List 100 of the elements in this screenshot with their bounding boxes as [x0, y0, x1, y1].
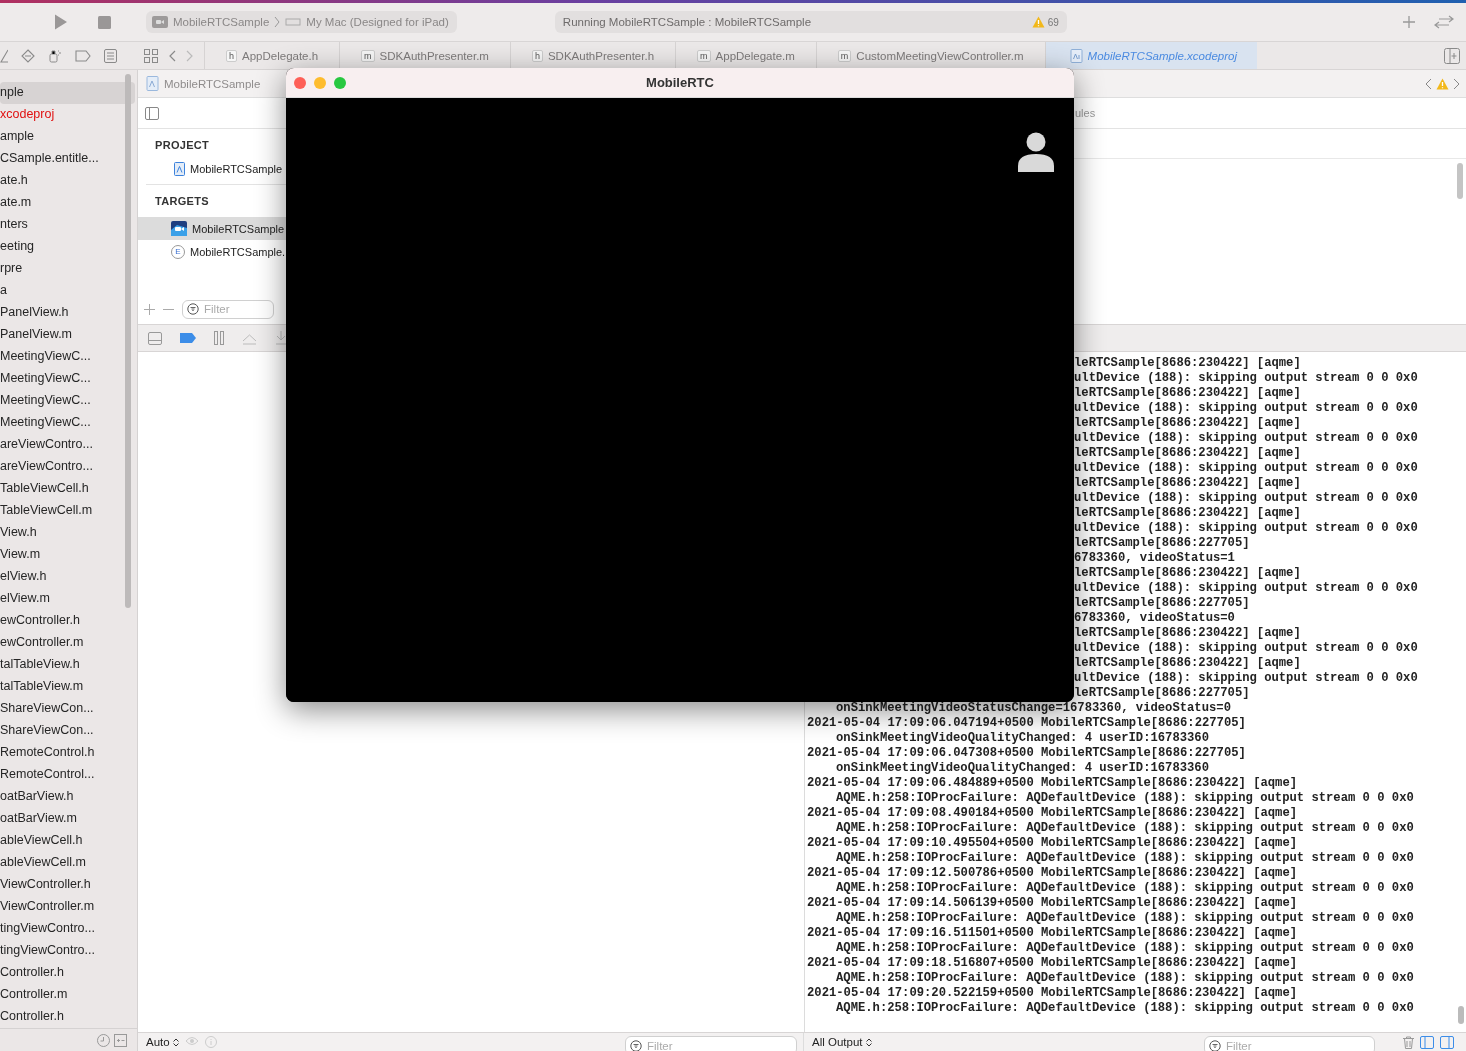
add-icon[interactable]	[1402, 15, 1416, 29]
section-header: PROJECT	[154, 138, 211, 153]
destination-name: My Mac (Designed for iPad)	[306, 16, 449, 28]
forward-icon[interactable]	[1453, 77, 1460, 90]
file-item[interactable]: ableViewCell.h	[0, 830, 111, 852]
file-item[interactable]: ample	[0, 126, 111, 148]
forward-icon[interactable]	[186, 49, 194, 62]
output-mode-selector[interactable]: All Output	[812, 1036, 872, 1048]
chevron-icon	[274, 16, 281, 28]
file-item[interactable]: ate.h	[0, 170, 111, 192]
file-item[interactable]: RemoteControl...	[0, 764, 111, 786]
warning-icon	[1031, 16, 1045, 28]
file-item[interactable]: TableViewCell.h	[0, 478, 111, 500]
window-title: MobileRTC	[646, 75, 714, 90]
file-item[interactable]: xcodeproj	[0, 104, 111, 126]
file-item[interactable]: MeetingViewC...	[0, 390, 111, 412]
file-item[interactable]: rpre	[0, 258, 111, 280]
document-icon	[1069, 48, 1083, 63]
app-icon	[152, 16, 168, 28]
file-item[interactable]: oatBarView.h	[0, 786, 111, 808]
eye-icon[interactable]	[184, 1036, 199, 1046]
file-item[interactable]: tingViewContro...	[0, 940, 111, 962]
file-item[interactable]: elView.h	[0, 566, 111, 588]
file-item[interactable]: MeetingViewC...	[0, 368, 111, 390]
list-icon[interactable]	[104, 48, 117, 63]
status-text: Running MobileRTCSample : MobileRTCSample	[562, 16, 812, 28]
document-icon	[174, 161, 185, 176]
file-item[interactable]: View.h	[0, 522, 111, 544]
document-icon	[146, 76, 159, 91]
minimize-button[interactable]	[314, 76, 326, 89]
file-item[interactable]: areViewContro...	[0, 456, 111, 478]
file-item[interactable]: ableViewCell.m	[0, 852, 111, 874]
file-item[interactable]: PanelView.m	[0, 324, 111, 346]
clock-icon[interactable]	[97, 1033, 110, 1047]
section-header: TARGETS	[154, 194, 210, 209]
breakpoint-icon[interactable]	[180, 333, 196, 343]
file-item[interactable]: ate.m	[0, 192, 111, 214]
file-item[interactable]: View.m	[0, 544, 111, 566]
close-button[interactable]	[294, 76, 306, 89]
file-item[interactable]: ShareViewCon...	[0, 720, 111, 742]
file-item[interactable]: MeetingViewC...	[0, 412, 111, 434]
play-icon[interactable]	[54, 14, 68, 30]
file-item[interactable]: PanelView.h	[0, 302, 111, 324]
warning-count: 69	[1047, 16, 1059, 28]
file-item[interactable]: a	[0, 280, 111, 302]
pause-icon[interactable]	[214, 331, 224, 345]
step-in-icon[interactable]	[275, 331, 287, 345]
updown-icon	[172, 1037, 179, 1047]
sidebar-toggle-icon[interactable]	[145, 106, 159, 120]
file-item[interactable]: eeting	[0, 236, 111, 258]
file-item[interactable]: Controller.m	[0, 984, 111, 1006]
scrollbar[interactable]	[125, 74, 131, 608]
split-left-icon[interactable]	[1420, 1036, 1434, 1049]
file-item[interactable]: talTableView.h	[0, 654, 111, 676]
split-right-icon[interactable]	[1440, 1036, 1454, 1049]
file-item[interactable]: talTableView.m	[0, 676, 111, 698]
file-item[interactable]: RemoteControl.h	[0, 742, 111, 764]
file-item[interactable]: nple	[0, 82, 135, 104]
scrollbar[interactable]	[1457, 163, 1463, 199]
zoom-button[interactable]	[334, 76, 346, 89]
file-item[interactable]: ewController.m	[0, 632, 111, 654]
spray-icon[interactable]	[48, 48, 62, 63]
add-editor-icon[interactable]	[1444, 47, 1460, 64]
file-item[interactable]: areViewContro...	[0, 434, 111, 456]
file-item[interactable]: CSample.entitle...	[0, 148, 111, 170]
file-item[interactable]: tingViewContro...	[0, 918, 111, 940]
back-icon[interactable]	[1425, 77, 1432, 90]
grid-icon[interactable]	[144, 48, 158, 63]
trash-icon[interactable]	[1403, 1036, 1414, 1049]
info-icon[interactable]	[204, 1036, 217, 1048]
person-icon	[1018, 132, 1054, 172]
file-item[interactable]: elView.m	[0, 588, 111, 610]
filter-field[interactable]: Filter	[182, 299, 274, 319]
file-item[interactable]: Controller.h	[0, 1006, 111, 1028]
filter-field[interactable]: Filter	[625, 1036, 797, 1051]
panel-toggle-icon[interactable]	[148, 331, 162, 345]
tag-icon[interactable]	[75, 49, 91, 62]
step-over-icon[interactable]	[242, 331, 257, 345]
stop-icon[interactable]	[98, 15, 111, 29]
laptop-icon	[285, 18, 302, 26]
file-item[interactable]: ViewController.h	[0, 874, 111, 896]
back-icon[interactable]	[168, 49, 176, 62]
filter-field[interactable]: Filter	[1204, 1036, 1375, 1051]
file-item[interactable]: TableViewCell.m	[0, 500, 111, 522]
file-item[interactable]: ShareViewCon...	[0, 698, 111, 720]
file-item[interactable]: Controller.h	[0, 962, 111, 984]
file-item[interactable]: MeetingViewC...	[0, 346, 111, 368]
target-item[interactable]: MobileRTCSample	[138, 217, 288, 240]
diamond-icon[interactable]	[21, 48, 35, 63]
add-icon[interactable]	[144, 303, 155, 315]
scrollbar[interactable]	[1458, 1006, 1464, 1024]
warning-icon[interactable]	[1436, 77, 1449, 90]
file-item[interactable]: ewController.h	[0, 610, 111, 632]
file-item[interactable]: oatBarView.m	[0, 808, 111, 830]
variables-mode-selector[interactable]: Auto	[146, 1036, 179, 1048]
file-item[interactable]: nters	[0, 214, 111, 236]
project-item[interactable]: MobileRTCSample	[190, 162, 283, 175]
file-item[interactable]: ViewController.m	[0, 896, 111, 918]
diff-icon[interactable]	[114, 1033, 127, 1047]
swap-arrows-icon[interactable]	[1434, 15, 1454, 29]
